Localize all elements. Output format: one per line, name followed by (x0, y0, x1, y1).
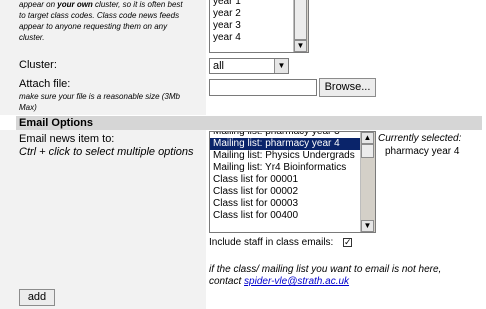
attach-label: Attach file: (19, 78, 71, 90)
email-options-header: Email Options (16, 116, 482, 130)
mailing-list-notice: if the class/ mailing list you want to e… (209, 264, 442, 287)
support-email-link[interactable]: spider-vle@strath.ac.uk (244, 276, 349, 287)
scroll-down-icon[interactable]: ▼ (294, 40, 307, 52)
include-staff-checkbox[interactable]: ✓ (343, 238, 352, 247)
year-option[interactable]: year 3 (210, 20, 294, 32)
add-button[interactable]: add (19, 289, 55, 306)
browse-button[interactable]: Browse... (319, 78, 376, 97)
year-option[interactable]: year 4 (210, 32, 294, 44)
mailing-list-option[interactable]: Mailing list: Physics Undergrads (210, 150, 361, 162)
include-staff-label: Include staff in class emails: (209, 237, 334, 248)
cluster-select[interactable]: all ▼ (209, 58, 289, 74)
mailing-list-option[interactable]: Mailing list: pharmacy year 4 (210, 138, 361, 150)
mailing-list-option[interactable]: Class list for 00400 (210, 210, 361, 222)
mailing-list-listbox[interactable]: Mailing list: pharmacy year 3 Mailing lis… (209, 131, 376, 233)
scroll-thumb[interactable] (361, 144, 374, 158)
mailing-list-option[interactable]: Mailing list: Yr4 Bioinformatics (210, 162, 361, 174)
cluster-label: Cluster: (19, 59, 57, 71)
chevron-down-icon[interactable]: ▼ (274, 59, 288, 73)
scroll-thumb[interactable] (294, 0, 307, 40)
currently-selected-value: pharmacy year 4 (385, 146, 460, 157)
mailing-list-scrollbar[interactable]: ▲ ▼ (360, 132, 375, 232)
currently-selected-label: Currently selected: (378, 133, 462, 144)
attach-file-input[interactable] (209, 79, 317, 96)
mailing-list-option[interactable]: Mailing list: pharmacy year 3 (210, 132, 361, 138)
email-to-label: Email news item to: (19, 133, 115, 145)
attach-hint: make sure your file is a reasonable size… (19, 92, 180, 112)
year-option[interactable]: year 2 (210, 8, 294, 20)
email-to-hint: Ctrl + click to select multiple options (19, 146, 194, 158)
mailing-list-option[interactable]: Class list for 00002 (210, 186, 361, 198)
year-option[interactable]: year 1 (210, 0, 294, 8)
scroll-up-icon[interactable]: ▲ (361, 132, 374, 144)
mailing-list-option[interactable]: Class list for 00001 (210, 174, 361, 186)
scroll-down-icon[interactable]: ▼ (361, 220, 374, 232)
mailing-list-option[interactable]: Class list for 00003 (210, 198, 361, 210)
cluster-help-text: appear on your own cluster, so it is oft… (19, 0, 183, 42)
cluster-selected-value: all (213, 60, 225, 72)
year-listbox[interactable]: year 1 year 2 year 3 year 4 ▼ (209, 0, 309, 53)
year-scrollbar[interactable]: ▼ (293, 0, 308, 52)
